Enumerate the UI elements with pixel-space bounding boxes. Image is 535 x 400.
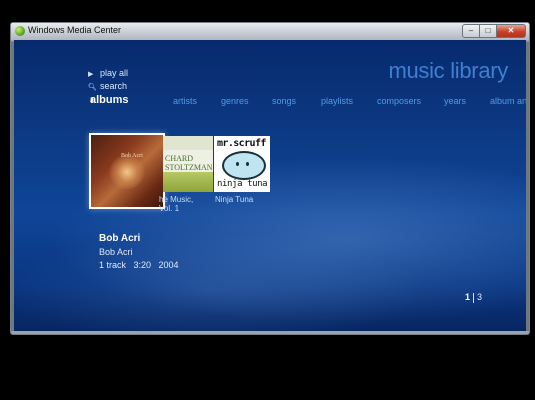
album-detail-meta: 1 track 3:20 2004 — [99, 260, 179, 270]
album-art: mr.scruff ninja tuna — [214, 136, 270, 192]
search-icon: 🔍︎ — [88, 84, 97, 91]
play-all-command[interactable]: ▶ play all — [88, 68, 128, 78]
album-detail-artist: Bob Acri — [99, 247, 133, 257]
media-center-content: music library ▶ play all 🔍︎ search ‹ album… — [14, 40, 526, 331]
search-command[interactable]: 🔍︎ search — [88, 81, 127, 91]
cover-band — [163, 136, 213, 150]
filter-songs[interactable]: songs — [272, 96, 296, 106]
cover-title: CHARD STOLTZMAN — [165, 154, 213, 172]
filter-album-artists[interactable]: album artis — [490, 96, 526, 106]
maximize-button[interactable]: □ — [479, 24, 497, 38]
cover-subtitle: ninja tuna — [217, 179, 268, 189]
page-divider — [472, 292, 474, 303]
page-indicator: 13 — [465, 292, 482, 303]
cover-field — [163, 172, 213, 192]
media-center-logo-icon — [15, 26, 25, 36]
total-pages: 3 — [476, 292, 482, 302]
current-page: 1 — [464, 292, 470, 302]
minimize-button[interactable]: – — [462, 24, 480, 38]
play-icon: ▶ — [88, 71, 94, 78]
media-center-window: Windows Media Center – □ ✕ music library… — [10, 22, 530, 335]
filter-artists[interactable]: artists — [173, 96, 197, 106]
eye-icon — [246, 162, 249, 166]
album-caption: Ninja Tuna — [215, 195, 254, 204]
window-bottom-border — [11, 331, 529, 334]
filter-composers[interactable]: composers — [377, 96, 421, 106]
filter-years[interactable]: years — [444, 96, 466, 106]
cover-title: Bob Acri — [121, 153, 143, 159]
album-details: Bob Acri Bob Acri 1 track 3:20 2004 — [99, 233, 179, 273]
filter-albums-label: albums — [90, 94, 129, 106]
window-controls: – □ ✕ — [462, 24, 526, 38]
cover-title: mr.scruff — [217, 138, 266, 149]
filter-playlists[interactable]: playlists — [321, 96, 353, 106]
page-title: music library — [388, 58, 508, 83]
cover-lamp — [109, 155, 145, 189]
search-label: search — [100, 81, 128, 91]
album-caption: he Music, Vol. 1 — [159, 195, 194, 213]
play-all-label: play all — [100, 68, 129, 78]
album-detail-title: Bob Acri — [99, 233, 141, 244]
cover-blob — [222, 151, 266, 180]
window-title: Windows Media Center — [28, 25, 122, 35]
album-art: CHARD STOLTZMAN — [163, 136, 213, 192]
close-button[interactable]: ✕ — [496, 24, 526, 38]
album-gallery: Bob Acri CHARD STOLTZMAN he Music, Vol. … — [14, 130, 526, 220]
album-art: Bob Acri — [89, 133, 165, 209]
title-bar[interactable]: Windows Media Center – □ ✕ — [11, 23, 529, 40]
filter-genres[interactable]: genres — [221, 96, 249, 106]
chevron-right-icon: › — [90, 94, 94, 106]
eye-icon — [236, 162, 239, 166]
